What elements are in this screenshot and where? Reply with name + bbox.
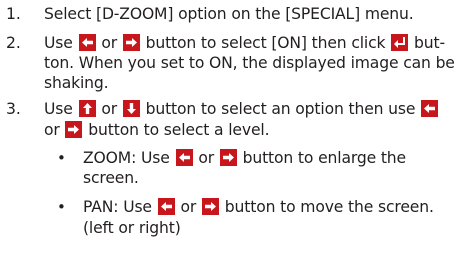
step-3-line-2: or button to select a level. [44, 120, 270, 140]
step-text: Use [44, 100, 73, 118]
step-number: 2. [6, 34, 21, 52]
step-1-text: Select [D-ZOOM] option on the [SPECIAL] … [44, 5, 414, 23]
step-text: or [101, 34, 117, 52]
step-text: button to select a level. [88, 121, 270, 139]
right-arrow-key-icon [219, 149, 237, 166]
right-arrow-key-icon [65, 121, 83, 138]
left-arrow-key-icon [175, 149, 193, 166]
sub-text: button to enlarge the [242, 149, 407, 167]
zoom-line-1: ZOOM: Use or button to enlarge the [83, 148, 406, 168]
zoom-line-2: screen. [83, 169, 139, 187]
bullet: • [57, 198, 66, 216]
left-arrow-key-icon [421, 100, 439, 117]
right-arrow-key-icon [201, 198, 219, 215]
sub-text: or [198, 149, 214, 167]
sub-text: PAN: Use [83, 198, 152, 216]
step-text: or [44, 121, 60, 139]
sub-text: button to move the screen. [224, 198, 434, 216]
step-text: or [101, 100, 117, 118]
step-3-line-1: Use or button to select an option then u… [44, 99, 439, 119]
down-arrow-key-icon [122, 100, 140, 117]
step-2-line-3: shaking. [44, 74, 109, 92]
left-arrow-key-icon [157, 198, 175, 215]
right-arrow-key-icon [122, 34, 140, 51]
up-arrow-key-icon [78, 100, 96, 117]
step-text: button to select [ON] then click [145, 34, 386, 52]
step-text: button to select an option then use [145, 100, 416, 118]
pan-line-2: (left or right) [83, 219, 181, 237]
enter-key-icon [391, 34, 409, 51]
sub-text: or [180, 198, 197, 216]
bullet: • [57, 149, 66, 167]
pan-line-1: PAN: Use or button to move the screen. [83, 197, 434, 217]
step-text: but- [414, 34, 445, 52]
step-2-line-1: Use or button to select [ON] then click … [44, 33, 445, 53]
step-text: Use [44, 34, 73, 52]
step-number: 1. [6, 5, 21, 23]
step-number: 3. [6, 100, 21, 118]
step-2-line-2: ton. When you set to ON, the displayed i… [44, 54, 455, 72]
left-arrow-key-icon [78, 34, 96, 51]
sub-text: ZOOM: Use [83, 149, 170, 167]
